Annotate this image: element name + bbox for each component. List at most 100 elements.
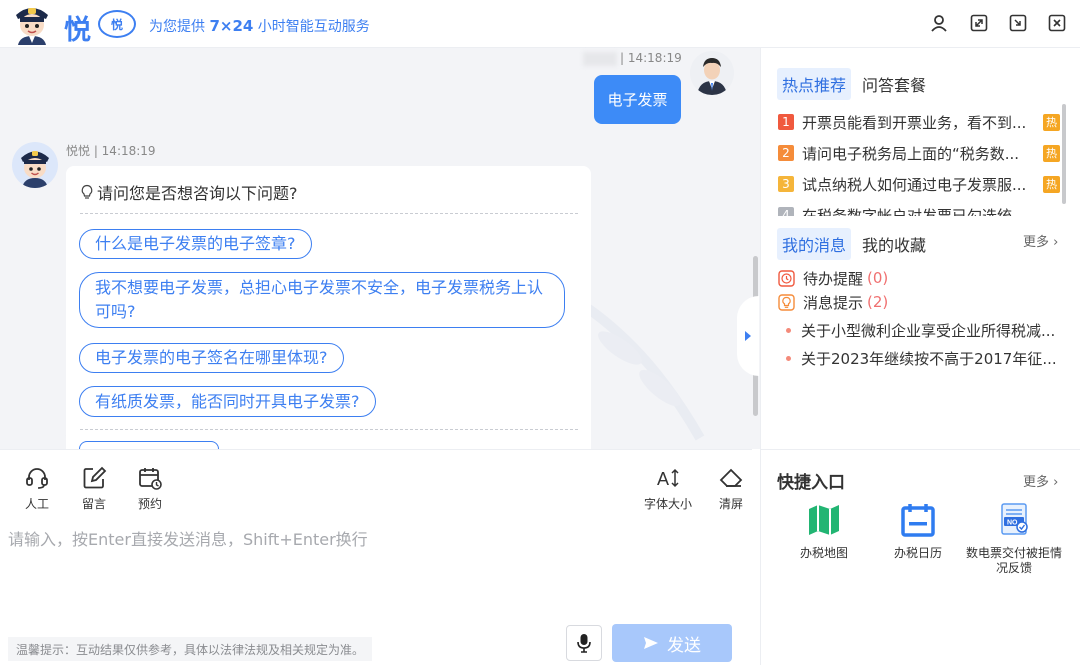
tab-my-favorites[interactable]: 我的收藏 — [857, 228, 931, 260]
user-message-bubble: 电子发票 — [594, 75, 681, 124]
hot-list[interactable]: 1 开票员能看到开票业务，看不到... 热 2 请问电子税务局上面的“税务数..… — [760, 104, 1060, 216]
hot-item[interactable]: 3 试点纳税人如何通过电子发票服... 热 — [778, 174, 1060, 194]
leave-message-button[interactable]: 留言 — [72, 465, 116, 512]
font-size-label: 字体大小 — [643, 497, 692, 511]
hot-badge: 热 — [1043, 113, 1060, 131]
messages-more-label: 更多 — [1023, 235, 1050, 250]
svg-text:NO: NO — [1007, 520, 1018, 527]
suggestion-pill[interactable]: 什么是电子发票的电子签章? — [79, 229, 312, 259]
rank-badge: 2 — [778, 145, 794, 161]
rank-badge: 4 — [778, 207, 794, 216]
hot-item[interactable]: 2 请问电子税务局上面的“税务数... 热 — [778, 143, 1060, 163]
svg-text:A: A — [657, 469, 669, 489]
invoice-feedback-icon: NO — [1001, 503, 1028, 535]
leave-message-label: 留言 — [81, 497, 106, 511]
quick-entry-label: 数电票交付被拒情况反馈 — [966, 546, 1063, 575]
message-input[interactable] — [8, 526, 743, 616]
todo-count: (0) — [867, 269, 889, 287]
notice-count: (2) — [867, 293, 889, 311]
panel-collapse-handle[interactable] — [737, 296, 759, 376]
user-name-blurred — [583, 52, 617, 66]
tab-hot-recommend[interactable]: 热点推荐 — [777, 68, 852, 100]
notice-label: 消息提示 — [803, 293, 864, 312]
tab-my-messages[interactable]: 我的消息 — [777, 228, 852, 260]
eraser-icon — [719, 468, 743, 487]
quick-more-link[interactable]: 更多 › — [1023, 471, 1058, 490]
rank-badge: 1 — [778, 114, 794, 130]
hot-list-scrollbar[interactable] — [1062, 104, 1066, 204]
tab-qa-package[interactable]: 问答套餐 — [857, 68, 931, 100]
disclaimer-tip: 温馨提示：互动结果仅供参考，具体以法律法规及相关规定为准。 — [8, 637, 373, 661]
suggestion-pill[interactable]: 我不想要电子发票，总担心电子发票不安全，电子发票税务上认可吗? — [79, 272, 565, 328]
suggestion-pill-partial[interactable] — [79, 441, 219, 449]
font-size-button[interactable]: A 字体大小 — [640, 465, 696, 512]
human-agent-label: 人工 — [24, 497, 49, 511]
news-item[interactable]: 关于2023年继续按不高于2017年征... — [786, 348, 1064, 369]
hot-item-text: 在税务数字帐户对发票已勾选统计确... — [802, 206, 1034, 217]
brand-logo-text: 悦 — [64, 15, 91, 46]
bot-message-meta: 悦悦 | 14:18:19 — [66, 144, 156, 158]
user-message-meta: | 14:18:19 — [620, 51, 682, 65]
divider — [760, 449, 1080, 450]
hot-tabs: 热点推荐 问答套餐 — [777, 68, 931, 100]
calendar-clock-icon — [139, 468, 162, 490]
quick-entry-tax-map[interactable]: 办税地图 — [772, 502, 876, 561]
font-size-icon: A — [657, 468, 679, 489]
bullet-dot — [786, 328, 791, 333]
quick-entry-label: 办税地图 — [799, 546, 848, 560]
quick-entry-title: 快捷入口 — [777, 473, 845, 493]
slogan-prefix: 为您提供 — [149, 19, 205, 35]
news-item-text: 关于2023年继续按不高于2017年征... — [801, 350, 1057, 368]
lightbulb-icon — [81, 184, 93, 199]
news-item[interactable]: 关于小型微利企业享受企业所得税减... — [786, 320, 1064, 341]
todo-reminder[interactable]: 待办提醒 (0) — [778, 268, 888, 288]
microphone-icon — [577, 634, 591, 653]
hot-badge: 热 — [1043, 144, 1060, 162]
messages-more-link[interactable]: 更多 › — [1023, 231, 1058, 250]
close-icon — [1048, 14, 1066, 32]
send-icon — [644, 637, 658, 649]
hot-item[interactable]: 1 开票员能看到开票业务，看不到... 热 — [778, 112, 1060, 132]
minimize-icon — [1009, 14, 1027, 32]
clear-screen-label: 清屏 — [718, 497, 743, 511]
map-icon — [809, 505, 839, 535]
bot-avatar — [12, 142, 58, 188]
clock-icon — [778, 269, 795, 287]
minimize-window-button[interactable] — [1007, 12, 1029, 34]
appointment-button[interactable]: 预约 — [128, 465, 172, 512]
hot-item-text: 开票员能看到开票业务，看不到... — [802, 113, 1027, 132]
message-tabs: 我的消息 我的收藏 — [777, 228, 931, 260]
appointment-label: 预约 — [137, 497, 162, 511]
quick-entry-tax-calendar[interactable]: 办税日历 — [866, 502, 970, 561]
user-profile-button[interactable] — [928, 12, 950, 34]
hot-item-text: 试点纳税人如何通过电子发票服... — [802, 175, 1027, 194]
expand-window-button[interactable] — [968, 12, 990, 34]
close-window-button[interactable] — [1046, 12, 1068, 34]
voice-input-button[interactable] — [566, 625, 602, 661]
news-item-text: 关于小型微利企业享受企业所得税减... — [801, 322, 1056, 340]
slogan-highlight: 7×24 — [209, 17, 254, 35]
human-agent-button[interactable]: 人工 — [15, 465, 59, 512]
calendar-icon — [901, 504, 935, 537]
rank-badge: 3 — [778, 176, 794, 192]
send-label: 发送 — [667, 635, 701, 656]
user-avatar — [690, 51, 734, 95]
todo-label: 待办提醒 — [803, 269, 864, 288]
quick-entry-invoice-feedback[interactable]: NO 数电票交付被拒情况反馈 — [962, 502, 1066, 576]
slogan-suffix: 小时智能互动服务 — [257, 19, 370, 35]
headset-icon — [26, 468, 48, 489]
edit-icon — [83, 466, 107, 489]
hot-item[interactable]: 4 在税务数字帐户对发票已勾选统计确... — [778, 205, 1060, 216]
divider — [80, 429, 578, 430]
brand-logo-badge: 悦 — [98, 10, 136, 38]
notice-reminder[interactable]: 消息提示 (2) — [778, 292, 888, 312]
bot-question-line: 请问您是否想咨询以下问题? — [80, 180, 298, 204]
send-button[interactable]: 发送 — [612, 624, 732, 662]
suggestion-pill[interactable]: 电子发票的电子签名在哪里体现? — [79, 343, 344, 373]
suggestion-pill[interactable]: 有纸质发票，能否同时开具电子发票? — [79, 386, 376, 417]
expand-icon — [970, 14, 988, 32]
bullet-dot — [786, 356, 791, 361]
hot-badge: 热 — [1043, 175, 1060, 193]
hot-item-text: 请问电子税务局上面的“税务数... — [802, 144, 1020, 163]
clear-screen-button[interactable]: 清屏 — [709, 465, 753, 512]
